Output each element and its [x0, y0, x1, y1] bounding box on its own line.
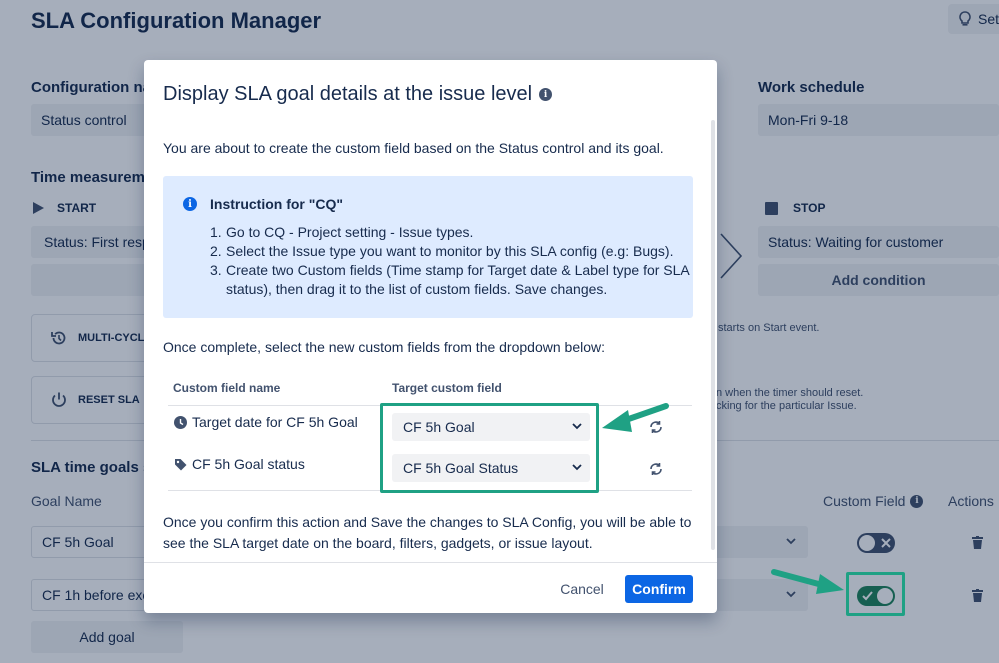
cancel-button[interactable]: Cancel	[550, 575, 614, 603]
table-row: CF 5h Goal status	[174, 456, 305, 472]
toggle-highlight-box	[846, 572, 905, 616]
instruction-step-continued: status), then drag it to the list of cus…	[226, 281, 608, 297]
custom-field-name: CF 5h Goal status	[192, 456, 305, 472]
modal-scrollbar[interactable]	[711, 120, 715, 550]
modal-footer-divider	[144, 562, 717, 563]
clock-icon	[174, 415, 187, 429]
confirm-button[interactable]: Confirm	[625, 575, 693, 603]
col-custom-field-name: Custom field name	[173, 381, 281, 395]
instruction-list: 1. Go to CQ - Project setting - Issue typ…	[210, 223, 690, 299]
instruction-step: 1. Go to CQ - Project setting - Issue typ…	[210, 224, 474, 240]
custom-field-name: Target date for CF 5h Goal	[192, 414, 358, 430]
instruction-step: 2. Select the Issue type you want to moni…	[210, 243, 674, 259]
instruction-step: 3. Create two Custom fields (Time stamp f…	[210, 262, 690, 278]
once-complete-text: Once complete, select the new custom fie…	[163, 339, 605, 355]
modal-title-text: Display SLA goal details at the issue le…	[163, 83, 533, 105]
modal-intro-text: You are about to create the custom field…	[163, 140, 664, 156]
info-icon: i	[183, 197, 197, 211]
select-highlight-box	[380, 403, 599, 493]
info-icon[interactable]: i	[539, 88, 553, 101]
modal-outro-text: Once you confirm this action and Save th…	[163, 514, 692, 551]
tag-icon	[175, 458, 187, 470]
arrow-annotation-icon	[602, 403, 669, 432]
refresh-icon[interactable]	[649, 462, 663, 476]
goal-details-modal: Display SLA goal details at the issue le…	[144, 60, 717, 613]
instruction-title: Instruction for "CQ"	[210, 196, 344, 212]
instruction-panel: i Instruction for "CQ" 1. Go to CQ - Proj…	[163, 176, 693, 318]
modal-title: Display SLA goal details at the issue le…	[163, 83, 553, 106]
col-target-custom-field: Target custom field	[392, 381, 502, 395]
arrow-annotation-icon	[771, 569, 844, 594]
table-row: Target date for CF 5h Goal	[174, 414, 358, 430]
